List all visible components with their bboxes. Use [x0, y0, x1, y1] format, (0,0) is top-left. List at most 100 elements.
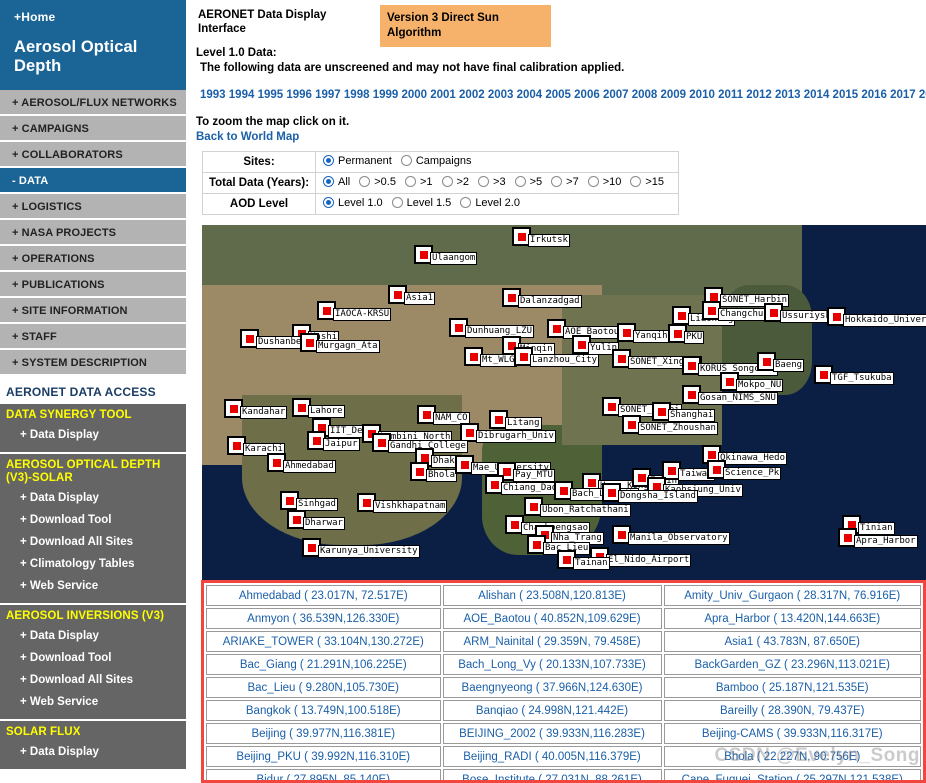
- year-link-2000[interactable]: 2000: [401, 89, 427, 101]
- map-marker[interactable]: Karunya_University: [302, 538, 420, 558]
- sidebar-item-5[interactable]: + NASA PROJECTS: [0, 220, 186, 246]
- map-marker[interactable]: Jaipur: [307, 431, 360, 451]
- map-marker[interactable]: Kandahar: [224, 399, 288, 419]
- site-cell[interactable]: Beijing_PKU ( 39.992N,116.310E): [206, 746, 441, 767]
- site-cell[interactable]: Beijing_RADI ( 40.005N,116.379E): [442, 746, 662, 767]
- radio-button-1-0[interactable]: [323, 176, 334, 188]
- year-link-2011[interactable]: 2011: [718, 89, 743, 101]
- year-link-1993[interactable]: 1993: [200, 89, 226, 101]
- year-link-2014[interactable]: 2014: [804, 89, 830, 101]
- year-link-2018[interactable]: 2018: [919, 89, 926, 101]
- year-link-1996[interactable]: 1996: [286, 89, 312, 101]
- radio-button-0-0[interactable]: [323, 155, 334, 167]
- map-marker[interactable]: Mt_WLG: [464, 347, 517, 367]
- map-marker[interactable]: Ahmedabad: [267, 453, 336, 473]
- radio-button-1-8[interactable]: [630, 176, 642, 188]
- year-link-1999[interactable]: 1999: [373, 89, 399, 101]
- map-marker[interactable]: Dunhuang_LZU: [449, 318, 535, 338]
- year-link-2015[interactable]: 2015: [833, 89, 859, 101]
- sidebar-item-7[interactable]: + PUBLICATIONS: [0, 272, 186, 298]
- access-link-2-3[interactable]: + Web Service: [0, 691, 186, 713]
- site-map[interactable]: Ulaangom Irkutsk IAOCA-KRSU Asia1 Kashi Dusha…: [202, 225, 926, 580]
- radio-option-1-8[interactable]: >15: [630, 176, 664, 188]
- access-link-2-0[interactable]: + Data Display: [0, 625, 186, 647]
- map-marker[interactable]: Ussuriysk: [764, 303, 833, 323]
- map-marker[interactable]: Dibrugarh_Univ: [460, 423, 556, 443]
- map-marker[interactable]: NAM_CO: [417, 405, 470, 425]
- site-cell[interactable]: Ahmedabad ( 23.017N, 72.517E): [206, 585, 441, 606]
- radio-option-1-3[interactable]: >2: [441, 176, 469, 188]
- year-link-1998[interactable]: 1998: [344, 89, 370, 101]
- map-marker[interactable]: Murgagn_Ata: [300, 333, 380, 353]
- radio-option-1-0[interactable]: All: [323, 176, 350, 188]
- radio-option-1-7[interactable]: >10: [587, 176, 621, 188]
- map-marker[interactable]: Irkutsk: [512, 227, 570, 247]
- sidebar-item-6[interactable]: + OPERATIONS: [0, 246, 186, 272]
- site-cell[interactable]: Bac_Giang ( 21.291N,106.225E): [206, 654, 441, 675]
- year-link-2001[interactable]: 2001: [430, 89, 456, 101]
- site-cell[interactable]: Bamboo ( 25.187N,121.535E): [663, 677, 921, 698]
- site-cell[interactable]: Bidur ( 27.895N, 85.140E): [206, 769, 441, 780]
- sidebar-item-3[interactable]: - DATA: [0, 168, 186, 194]
- radio-button-2-1[interactable]: [391, 197, 403, 209]
- access-link-1-3[interactable]: + Climatology Tables: [0, 553, 186, 575]
- site-cell[interactable]: ARM_Nainital ( 29.359N, 79.458E): [442, 631, 662, 652]
- radio-button-0-1[interactable]: [400, 155, 412, 167]
- radio-option-2-0[interactable]: Level 1.0: [323, 197, 383, 209]
- year-link-1995[interactable]: 1995: [258, 89, 284, 101]
- map-marker[interactable]: Asia1: [388, 285, 436, 305]
- site-cell[interactable]: Beijing ( 39.977N,116.381E): [206, 723, 441, 744]
- radio-button-1-2[interactable]: [404, 176, 416, 188]
- site-cell[interactable]: Beijing-CAMS ( 39.933N,116.317E): [663, 723, 921, 744]
- access-link-1-2[interactable]: + Download All Sites: [0, 531, 186, 553]
- map-marker[interactable]: Changchun: [702, 301, 771, 321]
- site-cell[interactable]: BackGarden_GZ ( 23.296N,113.021E): [663, 654, 921, 675]
- access-link-3-0[interactable]: + Data Display: [0, 741, 186, 763]
- sidebar-home-link[interactable]: +Home: [0, 0, 186, 30]
- radio-option-2-1[interactable]: Level 1.5: [391, 197, 451, 209]
- radio-option-2-2[interactable]: Level 2.0: [460, 197, 520, 209]
- year-link-2004[interactable]: 2004: [517, 89, 543, 101]
- site-cell[interactable]: Bach_Long_Vy ( 20.133N,107.733E): [442, 654, 662, 675]
- site-cell[interactable]: Cape_Fuguei_Station ( 25.297N,121.538E): [663, 769, 921, 780]
- access-link-1-1[interactable]: + Download Tool: [0, 509, 186, 531]
- year-link-2010[interactable]: 2010: [689, 89, 715, 101]
- year-link-2002[interactable]: 2002: [459, 89, 485, 101]
- map-marker[interactable]: Manila_Observatory: [612, 525, 730, 545]
- back-to-world-map-link[interactable]: Back to World Map: [186, 130, 926, 145]
- site-cell[interactable]: Alishan ( 23.508N,120.813E): [442, 585, 662, 606]
- radio-button-1-1[interactable]: [359, 176, 371, 188]
- map-marker[interactable]: Apra_Harbor: [838, 528, 918, 548]
- site-cell[interactable]: Bareilly ( 28.390N, 79.437E): [663, 700, 921, 721]
- map-marker[interactable]: IAOCA-KRSU: [317, 301, 392, 321]
- radio-button-1-7[interactable]: [587, 176, 599, 188]
- radio-option-0-0[interactable]: Permanent: [323, 155, 392, 167]
- access-link-2-1[interactable]: + Download Tool: [0, 647, 186, 669]
- site-cell[interactable]: AOE_Baotou ( 40.852N,109.629E): [442, 608, 662, 629]
- access-link-1-4[interactable]: + Web Service: [0, 575, 186, 597]
- sidebar-item-1[interactable]: + CAMPAIGNS: [0, 116, 186, 142]
- sidebar-item-8[interactable]: + SITE INFORMATION: [0, 298, 186, 324]
- site-cell[interactable]: Bac_Lieu ( 9.280N,105.730E): [206, 677, 441, 698]
- year-link-2007[interactable]: 2007: [603, 89, 629, 101]
- map-marker[interactable]: SONET_Zhoushan: [622, 415, 718, 435]
- map-marker[interactable]: Science_Pk: [707, 460, 782, 480]
- access-link-1-0[interactable]: + Data Display: [0, 487, 186, 509]
- site-cell[interactable]: Banqiao ( 24.998N,121.442E): [442, 700, 662, 721]
- access-link-0-0[interactable]: + Data Display: [0, 424, 186, 446]
- year-link-2008[interactable]: 2008: [632, 89, 658, 101]
- access-link-2-2[interactable]: + Download All Sites: [0, 669, 186, 691]
- radio-button-2-2[interactable]: [460, 197, 472, 209]
- year-link-2013[interactable]: 2013: [775, 89, 801, 101]
- map-marker[interactable]: PKU: [668, 324, 705, 344]
- year-link-2017[interactable]: 2017: [890, 89, 916, 101]
- map-marker[interactable]: Sinhgad: [280, 491, 338, 511]
- year-link-2012[interactable]: 2012: [746, 89, 772, 101]
- map-marker[interactable]: Dharwar: [287, 510, 345, 530]
- radio-button-1-4[interactable]: [478, 176, 490, 188]
- year-link-1997[interactable]: 1997: [315, 89, 341, 101]
- map-marker[interactable]: Lahore: [292, 398, 345, 418]
- radio-button-1-3[interactable]: [441, 176, 453, 188]
- year-link-1994[interactable]: 1994: [229, 89, 255, 101]
- sidebar-item-4[interactable]: + LOGISTICS: [0, 194, 186, 220]
